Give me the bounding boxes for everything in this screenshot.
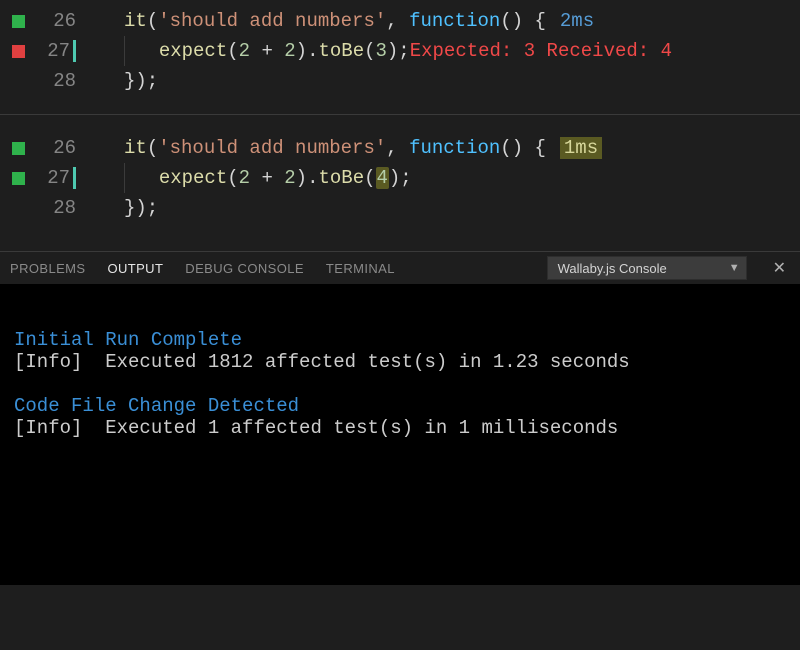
line-number: 28 [53, 197, 76, 219]
test-pass-icon [12, 172, 25, 185]
tok-it: it [124, 10, 147, 32]
console-heading: Code File Change Detected [14, 395, 299, 417]
gutter: 26 [0, 137, 86, 159]
line-number: 26 [53, 137, 76, 159]
editor-pane-after: 26 it('should add numbers', function() {… [0, 114, 800, 241]
code-line[interactable]: 27 expect(2 + 2).toBe(3); Expected: 3 Re… [0, 36, 800, 66]
code-content[interactable]: it('should add numbers', function() {2ms [86, 10, 594, 32]
line-number: 27 [47, 167, 70, 189]
tab-problems[interactable]: PROBLEMS [10, 261, 85, 276]
dropdown-label: Wallaby.js Console [558, 261, 667, 276]
timing-badge: 1ms [560, 137, 602, 159]
console-text: Executed 1 affected test(s) in 1 millise… [82, 417, 618, 439]
chevron-down-icon: ▼ [729, 262, 740, 274]
line-number: 26 [53, 10, 76, 32]
test-pass-icon [12, 15, 25, 28]
panel-tabs: PROBLEMS OUTPUT DEBUG CONSOLE TERMINAL W… [0, 251, 800, 285]
cursor-icon [73, 167, 76, 189]
code-line[interactable]: 27 expect(2 + 2).toBe(4); [0, 163, 800, 193]
gutter: 27 [0, 40, 86, 62]
code-line[interactable]: 26 it('should add numbers', function() {… [0, 6, 800, 36]
code-content[interactable]: }); [86, 70, 158, 92]
cursor-icon [73, 40, 76, 62]
indent-guide [124, 36, 136, 66]
gutter: 28 [0, 70, 86, 92]
tok-function: function [409, 10, 500, 32]
console-tag: [Info] [14, 351, 82, 373]
line-number: 27 [47, 40, 70, 62]
console-text: Executed 1812 affected test(s) in 1.23 s… [82, 351, 629, 373]
indent-guide [124, 163, 136, 193]
tab-debug-console[interactable]: DEBUG CONSOLE [185, 261, 304, 276]
gutter: 26 [0, 10, 86, 32]
error-annotation: Expected: 3 Received: 4 [410, 40, 672, 62]
changed-value: 4 [376, 167, 389, 189]
tab-terminal[interactable]: TERMINAL [326, 261, 395, 276]
code-line[interactable]: 28 }); [0, 66, 800, 96]
timing-badge: 2ms [546, 10, 594, 32]
gutter: 28 [0, 197, 86, 219]
test-fail-icon [12, 45, 25, 58]
code-line[interactable]: 26 it('should add numbers', function() {… [0, 133, 800, 163]
console-heading: Initial Run Complete [14, 329, 242, 351]
code-content[interactable]: }); [86, 197, 158, 219]
code-content[interactable]: it('should add numbers', function() {1ms [86, 137, 602, 159]
test-pass-icon [12, 142, 25, 155]
tab-output[interactable]: OUTPUT [107, 261, 163, 276]
close-icon[interactable]: ✕ [769, 258, 790, 278]
output-channel-dropdown[interactable]: Wallaby.js Console ▼ [547, 256, 747, 280]
code-line[interactable]: 28 }); [0, 193, 800, 223]
tok-testname: 'should add numbers' [158, 10, 386, 32]
line-number: 28 [53, 70, 76, 92]
gutter: 27 [0, 167, 86, 189]
code-content[interactable]: expect(2 + 2).toBe(4); [86, 163, 412, 193]
code-content[interactable]: expect(2 + 2).toBe(3); Expected: 3 Recei… [86, 36, 672, 66]
editor-pane-before: 26 it('should add numbers', function() {… [0, 0, 800, 114]
console-tag: [Info] [14, 417, 82, 439]
output-console[interactable]: Initial Run Complete [Info] Executed 181… [0, 285, 800, 585]
